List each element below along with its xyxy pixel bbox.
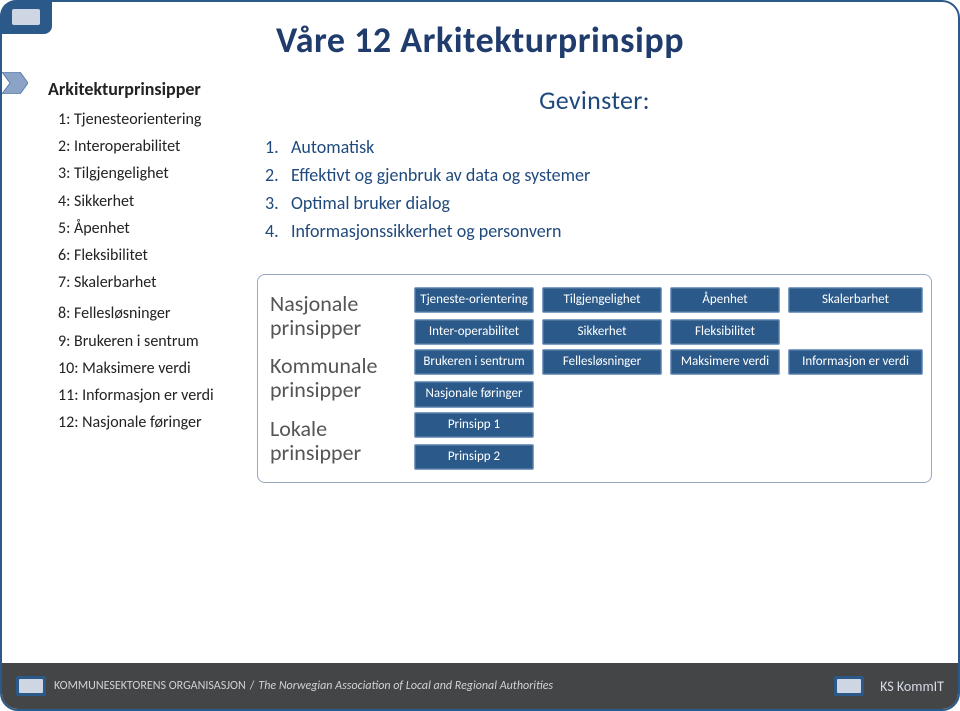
list-item: 6: Fleksibilitet bbox=[58, 242, 233, 269]
principles-list: 1: Tjenesteorientering 2: Interoperabili… bbox=[34, 106, 233, 296]
matrix-cells: Brukeren i sentrum Fellesløsninger Maksi… bbox=[414, 349, 923, 408]
matrix-cell: Skalerbarhet bbox=[788, 287, 923, 313]
page-title: Våre 12 Arkitekturprinsipp bbox=[24, 18, 936, 62]
matrix-cell: Nasjonale føringer bbox=[414, 381, 534, 407]
principles-heading: Arkitekturprinsipper bbox=[38, 78, 233, 100]
matrix-row-label: Nasjonale prinsipper bbox=[266, 292, 404, 340]
item-number: 1. bbox=[265, 134, 291, 162]
list-item: 2: Interoperabilitet bbox=[58, 133, 233, 160]
list-item: 5: Åpenhet bbox=[58, 215, 233, 242]
matrix-row-label: Kommunale prinsipper bbox=[266, 354, 404, 402]
slide-frame: Våre 12 Arkitekturprinsipp Arkitekturpri… bbox=[0, 0, 960, 711]
item-text: Informasjonssikkerhet og personvern bbox=[291, 218, 922, 246]
item-number: 3. bbox=[265, 190, 291, 218]
matrix-cell: Tilgjengelighet bbox=[542, 287, 662, 313]
ks-logo bbox=[0, 0, 52, 34]
list-item: 8: Fellesløsninger bbox=[58, 300, 233, 327]
matrix-cells: Prinsipp 1 Prinsipp 2 bbox=[414, 412, 923, 471]
matrix-cell: Åpenhet bbox=[670, 287, 780, 313]
tab-decor-icon bbox=[2, 72, 28, 94]
ks-logo-icon bbox=[834, 676, 864, 696]
matrix-cells: Tjeneste-orientering Tilgjengelighet Åpe… bbox=[414, 287, 923, 346]
matrix-cell: Informasjon er verdi bbox=[788, 349, 923, 375]
item-text: Effektivt og gjenbruk av data og systeme… bbox=[291, 162, 922, 190]
matrix-row-label: Lokale prinsipper bbox=[266, 417, 404, 465]
matrix-cell: Sikkerhet bbox=[542, 319, 662, 345]
matrix-row-nasjonale: Nasjonale prinsipper Tjeneste-orienterin… bbox=[266, 287, 923, 346]
principles-list-2: 8: Fellesløsninger 9: Brukeren i sentrum… bbox=[34, 300, 233, 436]
footer-sep: / bbox=[250, 679, 255, 693]
footer-org: KOMMUNESEKTORENS ORGANISASJON bbox=[54, 679, 246, 693]
list-item: 3.Optimal bruker dialog bbox=[265, 190, 922, 218]
matrix-cell: Maksimere verdi bbox=[670, 349, 780, 375]
matrix-cell: Prinsipp 2 bbox=[414, 444, 534, 470]
item-number: 2. bbox=[265, 162, 291, 190]
footer-bar: KOMMUNESEKTORENS ORGANISASJON / The Norw… bbox=[2, 663, 958, 709]
footer-org-en: The Norwegian Association of Local and R… bbox=[258, 679, 553, 693]
item-text: Optimal bruker dialog bbox=[291, 190, 922, 218]
list-item: 1.Automatisk bbox=[265, 134, 922, 162]
list-item: 1: Tjenesteorientering bbox=[58, 106, 233, 133]
kommit-label: KS KommIT bbox=[880, 678, 944, 695]
list-item: 2.Effektivt og gjenbruk av data og syste… bbox=[265, 162, 922, 190]
matrix-row-kommunale: Kommunale prinsipper Brukeren i sentrum … bbox=[266, 349, 923, 408]
matrix-cell: Prinsipp 1 bbox=[414, 412, 534, 438]
matrix-cell: Fellesløsninger bbox=[542, 349, 662, 375]
gevinster-list: 1.Automatisk 2.Effektivt og gjenbruk av … bbox=[257, 134, 932, 246]
list-item: 10: Maksimere verdi bbox=[58, 355, 233, 382]
footer-brand: KS KommIT bbox=[834, 676, 944, 696]
matrix-cell: Fleksibilitet bbox=[670, 319, 780, 345]
principles-matrix: Nasjonale prinsipper Tjeneste-orienterin… bbox=[257, 274, 932, 484]
list-item: 4: Sikkerhet bbox=[58, 188, 233, 215]
list-item: 3: Tilgjengelighet bbox=[58, 160, 233, 187]
list-item: 12: Nasjonale føringer bbox=[58, 409, 233, 436]
matrix-cell: Tjeneste-orientering bbox=[414, 287, 534, 313]
content-row: Arkitekturprinsipper 1: Tjenesteorienter… bbox=[24, 78, 936, 483]
list-item: 7: Skalerbarhet bbox=[58, 269, 233, 296]
item-text: Automatisk bbox=[291, 134, 922, 162]
matrix-cell: Brukeren i sentrum bbox=[414, 349, 534, 375]
ks-logo-icon bbox=[16, 676, 46, 696]
principles-list-panel: Arkitekturprinsipper 1: Tjenesteorienter… bbox=[24, 78, 233, 483]
list-item: 11: Informasjon er verdi bbox=[58, 382, 233, 409]
gevinster-title: Gevinster: bbox=[257, 84, 932, 116]
right-panel: Gevinster: 1.Automatisk 2.Effektivt og g… bbox=[257, 78, 936, 483]
item-number: 4. bbox=[265, 218, 291, 246]
matrix-row-lokale: Lokale prinsipper Prinsipp 1 Prinsipp 2 bbox=[266, 412, 923, 471]
list-item: 4.Informasjonssikkerhet og personvern bbox=[265, 218, 922, 246]
list-item: 9: Brukeren i sentrum bbox=[58, 328, 233, 355]
matrix-cell: Inter-operabilitet bbox=[414, 319, 534, 345]
